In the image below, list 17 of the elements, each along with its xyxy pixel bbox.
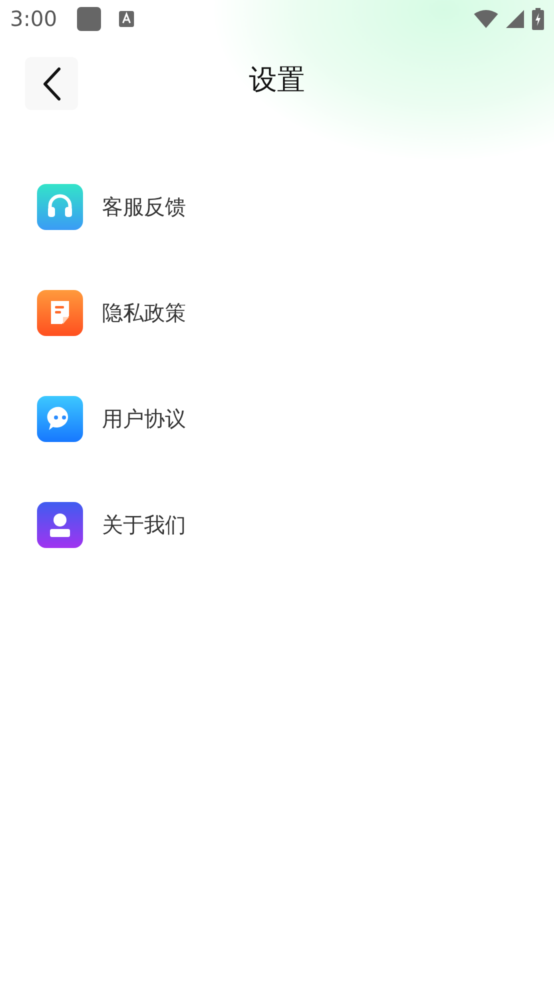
page-title: 设置	[249, 62, 305, 98]
status-time: 3:00	[10, 6, 58, 30]
menu-item[interactable]: 用户协议	[102, 405, 186, 433]
chevron-left-icon	[42, 66, 62, 100]
battery-icon	[532, 8, 544, 30]
menu-item[interactable]: 客服反馈	[102, 193, 186, 221]
document-icon	[37, 290, 83, 336]
keyboard-icon	[119, 10, 134, 26]
notification-icon	[77, 6, 102, 30]
signal-icon	[506, 10, 524, 28]
back-button[interactable]	[25, 57, 78, 110]
chat-bubble-icon	[37, 396, 83, 442]
wifi-icon	[474, 10, 498, 28]
headset-icon	[37, 184, 83, 230]
menu-item[interactable]: 隐私政策	[102, 299, 186, 327]
person-icon	[37, 502, 83, 548]
menu-item[interactable]: 关于我们	[102, 511, 186, 539]
